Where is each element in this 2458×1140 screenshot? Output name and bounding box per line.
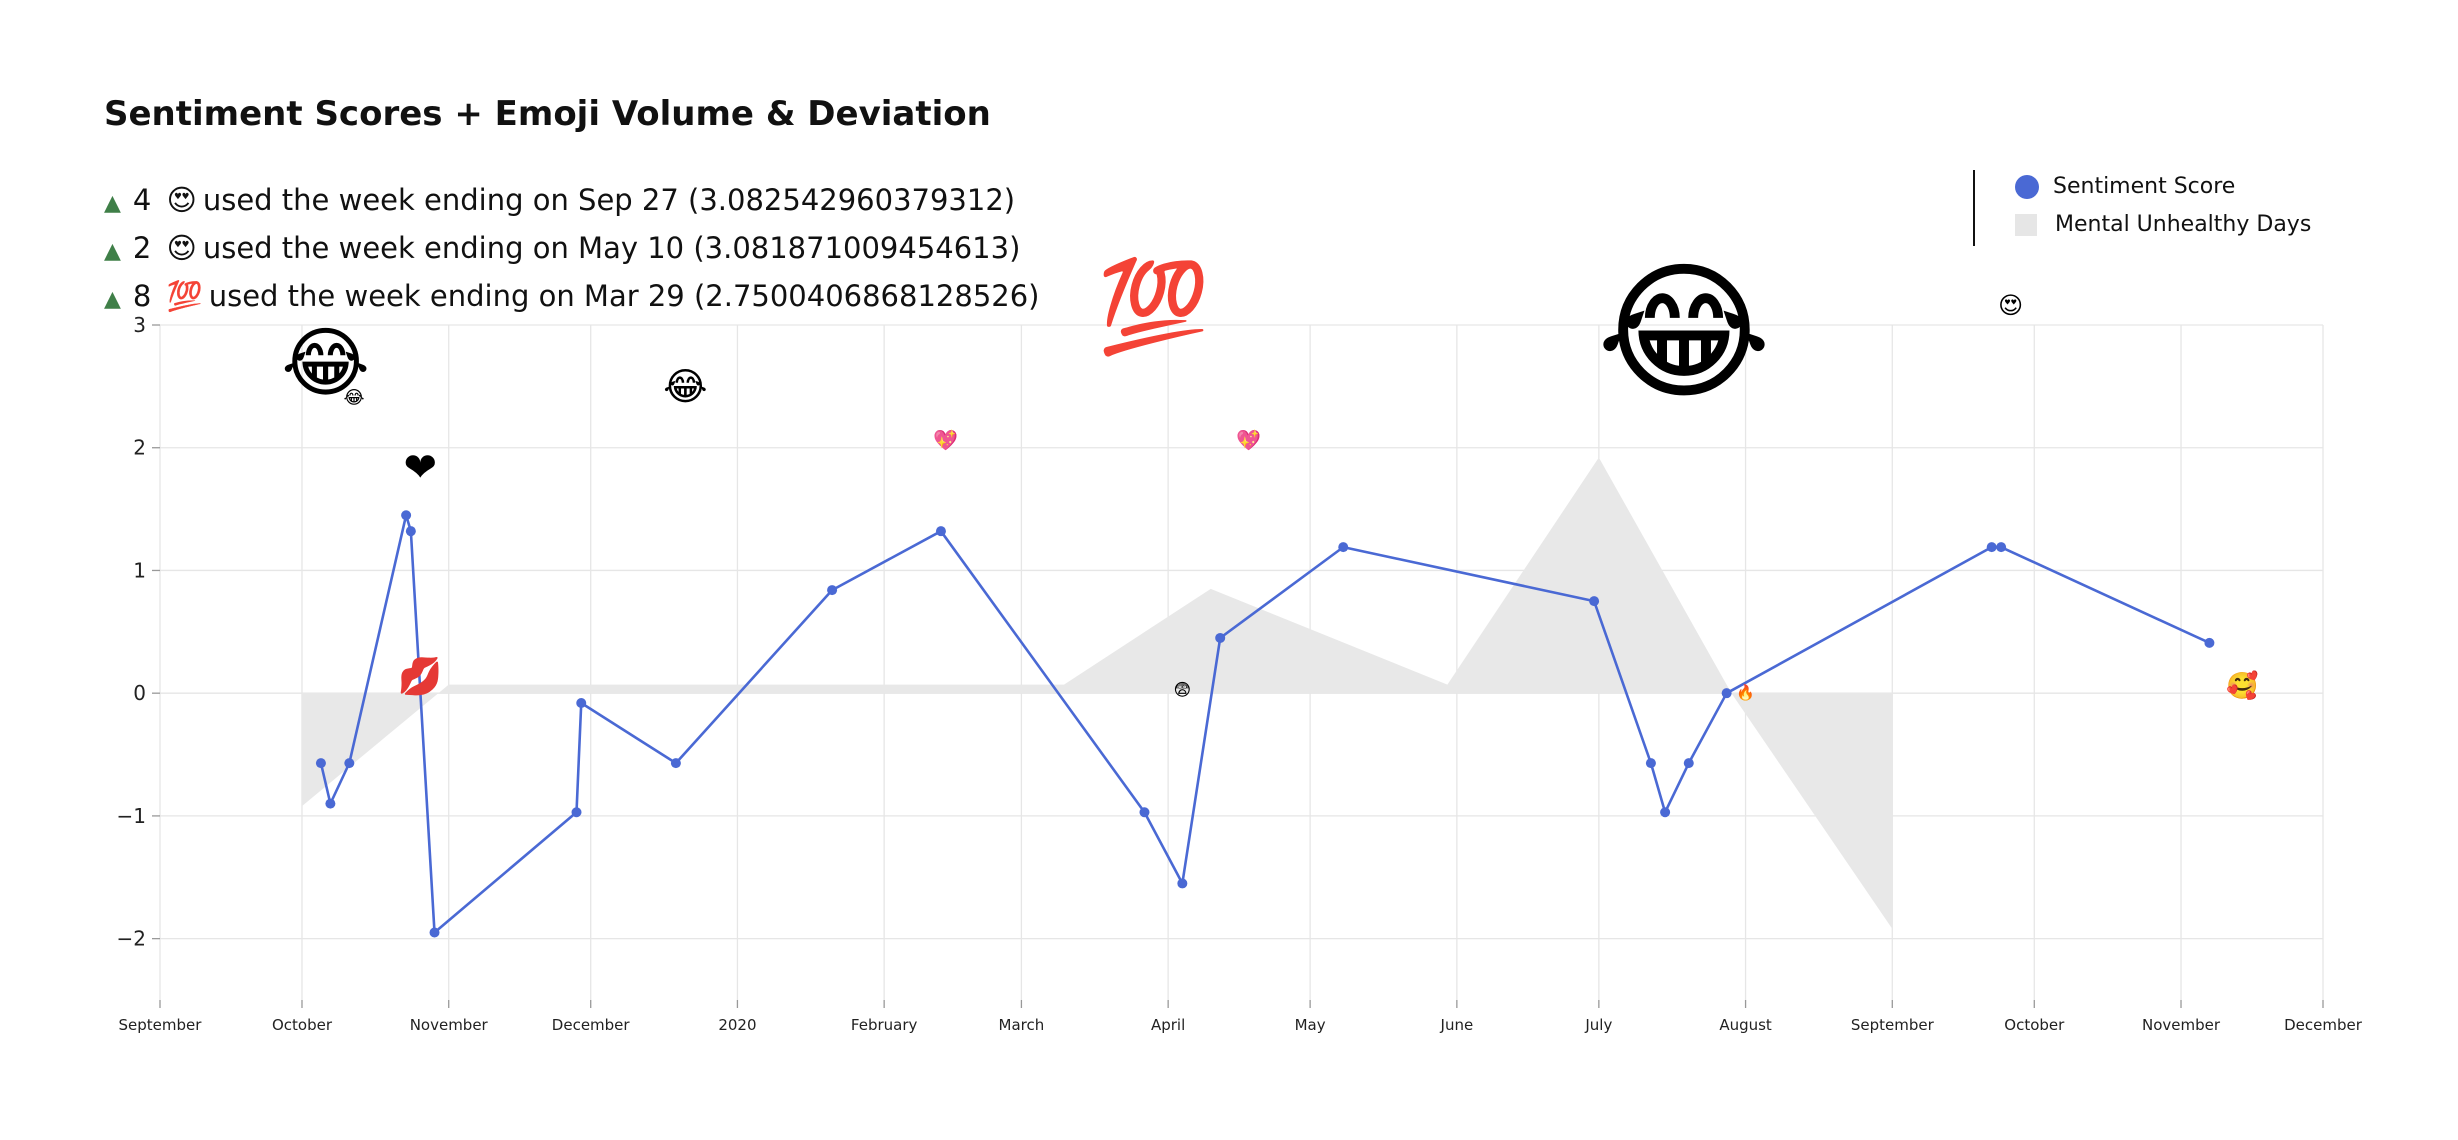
emoji-marker: 😨: [1173, 681, 1191, 701]
x-tick-label: November: [410, 1016, 489, 1034]
chart-svg: 😂😂❤💋😂💖💯😨💖😂🔥😍🥰 September October November De…: [117, 246, 2363, 1034]
x-tick-label: December: [2284, 1016, 2363, 1034]
sentiment-point: [429, 927, 440, 938]
emoji-marker: 💖: [933, 428, 958, 452]
emoji-marker: ❤: [404, 445, 438, 491]
x-tick-label: March: [999, 1016, 1045, 1034]
sentiment-point: [1215, 632, 1226, 643]
x-tick-label: October: [2004, 1016, 2065, 1034]
x-tick-label: July: [1584, 1016, 1612, 1034]
x-tick-label: April: [1151, 1016, 1185, 1034]
x-tick-label: May: [1295, 1016, 1326, 1034]
sentiment-line-layer: [319, 513, 2210, 934]
y-axis: 3 2 1 0 −1 −2: [117, 313, 160, 951]
x-tick-label: August: [1719, 1016, 1772, 1034]
emoji-marker: 😂: [663, 364, 707, 408]
x-tick-label: June: [1440, 1016, 1474, 1034]
emoji-marker: 😂: [344, 388, 365, 409]
sentiment-point: [1139, 807, 1150, 818]
x-tick-label: 2020: [718, 1016, 756, 1034]
sentiment-point: [325, 798, 336, 809]
sentiment-points-layer: [315, 510, 2215, 938]
x-tick-label: October: [272, 1016, 333, 1034]
sentiment-point: [935, 526, 946, 537]
y-tick-label: 3: [133, 313, 146, 337]
x-tick-label: December: [552, 1016, 631, 1034]
sentiment-point: [1177, 878, 1188, 889]
x-tick-label: November: [2142, 1016, 2221, 1034]
y-tick-label: −2: [117, 927, 146, 951]
y-tick-label: 0: [133, 681, 146, 705]
sentiment-line: [319, 513, 2210, 934]
sentiment-point: [1721, 688, 1732, 699]
sentiment-point: [401, 510, 412, 521]
emoji-marker: 💋: [398, 655, 443, 697]
y-tick-label: 2: [133, 436, 146, 460]
sentiment-point: [670, 758, 681, 769]
sentiment-point: [827, 585, 838, 596]
sentiment-point: [1986, 542, 1997, 553]
sentiment-point: [1589, 596, 1600, 607]
emoji-marker: 🔥: [1736, 684, 1755, 702]
sentiment-point: [1683, 758, 1694, 769]
sentiment-point: [576, 698, 587, 708]
sentiment-point: [1338, 542, 1349, 553]
unhealthy-area: [301, 457, 1893, 929]
sentiment-point: [344, 758, 355, 769]
emoji-marker: 😍: [1998, 292, 2023, 320]
emoji-marker: 💯: [1098, 255, 1210, 360]
emoji-marker: 😂: [1596, 246, 1771, 420]
emoji-marker: 💖: [1236, 428, 1261, 452]
x-tick-label: September: [1851, 1016, 1935, 1034]
y-tick-label: −1: [117, 804, 146, 828]
unhealthy-area-layer: [301, 457, 1893, 929]
x-tick-label: September: [119, 1016, 203, 1034]
sentiment-point: [1996, 542, 2007, 553]
sentiment-point: [571, 807, 582, 818]
x-axis: September October November December 2020 Febr…: [119, 1000, 2363, 1034]
sentiment-point: [2204, 637, 2215, 648]
sentiment-point: [1660, 807, 1671, 818]
sentiment-point: [315, 758, 326, 769]
sentiment-point: [405, 526, 416, 537]
emoji-marker: 🥰: [2226, 670, 2258, 702]
y-tick-label: 1: [133, 558, 146, 582]
sentiment-point: [1645, 758, 1656, 769]
x-tick-label: February: [851, 1016, 918, 1034]
